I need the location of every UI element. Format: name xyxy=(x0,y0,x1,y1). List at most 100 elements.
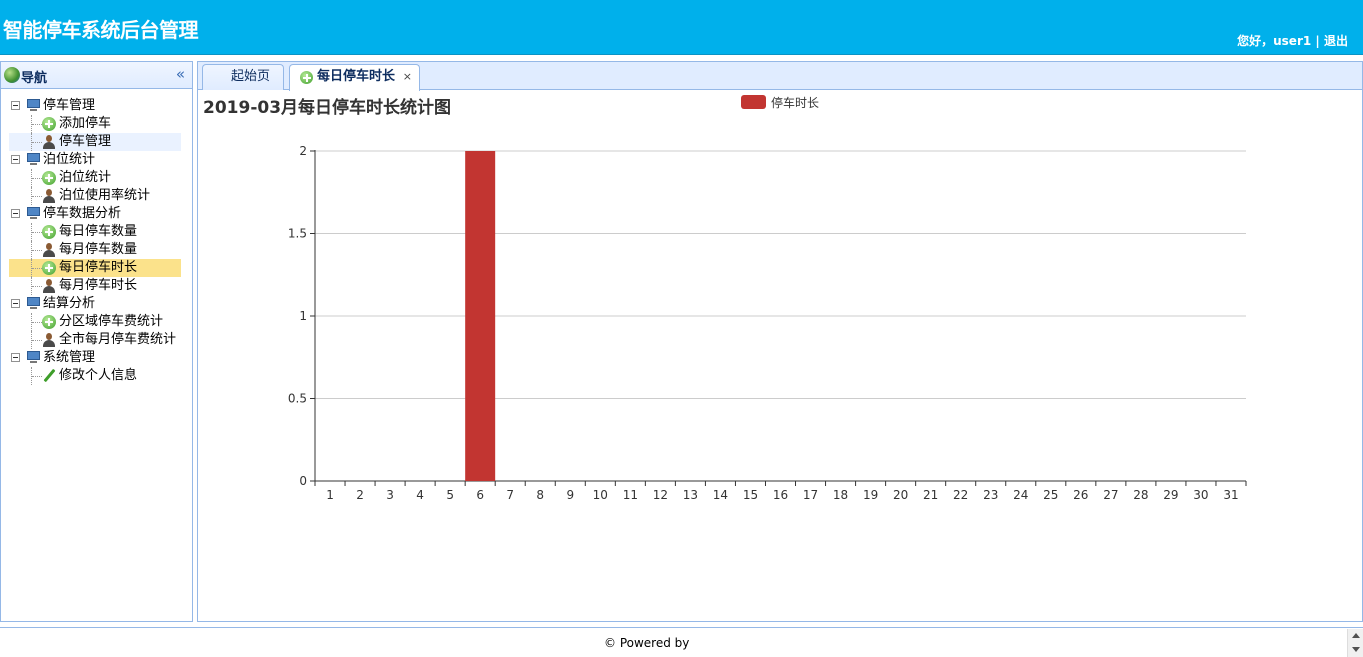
x-tick-label: 26 xyxy=(1073,488,1088,502)
user-icon xyxy=(42,333,56,347)
tree-item[interactable]: 每日停车数量 xyxy=(1,223,192,241)
tree-group[interactable]: 泊位统计 xyxy=(1,151,192,169)
x-tick-label: 10 xyxy=(593,488,608,502)
tree-group-label: 系统管理 xyxy=(43,350,96,365)
tree-item[interactable]: 泊位使用率统计 xyxy=(1,187,192,205)
app-header: 智能停车系统后台管理 您好，user1 | 退出 xyxy=(0,0,1363,55)
user-icon xyxy=(42,189,56,203)
tree-item-label: 全市每月停车费统计 xyxy=(59,332,177,347)
tree-connector xyxy=(31,277,42,295)
y-tick-label: 1 xyxy=(299,309,307,323)
legend-swatch xyxy=(741,95,766,109)
x-tick-label: 30 xyxy=(1193,488,1208,502)
tree-group[interactable]: 停车管理 xyxy=(1,97,192,115)
close-icon[interactable]: × xyxy=(403,65,412,89)
x-tick-label: 22 xyxy=(953,488,968,502)
tree-group-label: 停车数据分析 xyxy=(43,206,122,221)
y-tick-label: 0.5 xyxy=(288,392,307,406)
tree-connector xyxy=(31,331,42,349)
tree-item[interactable]: 泊位统计 xyxy=(1,169,192,187)
x-tick-label: 5 xyxy=(446,488,454,502)
tree-item[interactable]: 全市每月停车费统计 xyxy=(1,331,192,349)
navigation-header: 导航 « xyxy=(1,62,192,89)
tree-item[interactable]: 添加停车 xyxy=(1,115,192,133)
tab-daily-parking-duration[interactable]: 每日停车时长 × xyxy=(289,64,420,91)
collapse-toggle-icon[interactable] xyxy=(11,353,20,362)
tree-item[interactable]: 修改个人信息 xyxy=(1,367,192,385)
tree-item-label: 修改个人信息 xyxy=(59,368,138,383)
scroll-up-icon[interactable] xyxy=(1352,633,1360,638)
tree-item-label: 每月停车时长 xyxy=(59,278,138,293)
tree-group[interactable]: 系统管理 xyxy=(1,349,192,367)
navigation-tree: 停车管理 添加停车 停车管理 泊位统计 泊位统计 泊位使用率统计 停车数据分析 每日停车数量每… xyxy=(1,97,192,385)
x-tick-label: 13 xyxy=(683,488,698,502)
x-tick-label: 2 xyxy=(356,488,364,502)
legend-label: 停车时长 xyxy=(771,96,820,110)
x-tick-label: 28 xyxy=(1133,488,1148,502)
add-icon xyxy=(42,117,56,131)
tree-item[interactable]: 停车管理 xyxy=(9,133,181,151)
tree-item-label: 每月停车数量 xyxy=(59,242,138,257)
chart-legend[interactable]: 停车时长 xyxy=(741,94,819,111)
tree-connector xyxy=(31,169,42,187)
collapse-toggle-icon[interactable] xyxy=(11,101,20,110)
collapse-toggle-icon[interactable] xyxy=(11,155,20,164)
tree-connector xyxy=(31,133,42,151)
tree-item[interactable]: 分区域停车费统计 xyxy=(1,313,192,331)
tree-group[interactable]: 停车数据分析 xyxy=(1,205,192,223)
x-tick-label: 31 xyxy=(1223,488,1238,502)
x-tick-label: 4 xyxy=(416,488,424,502)
tree-connector xyxy=(31,241,42,259)
bar-chart: 00.511.521 2 3 4 5 6 7 8 9 10 11 12 13 14 15 16 17 18 19 20… xyxy=(288,144,1247,502)
logout-link[interactable]: 退出 xyxy=(1324,32,1348,49)
tree-item-label: 停车管理 xyxy=(59,134,112,149)
tree-connector xyxy=(31,259,42,277)
tree-item-label: 每日停车时长 xyxy=(59,260,138,275)
x-tick-label: 16 xyxy=(773,488,788,502)
tab-home[interactable]: 起始页 xyxy=(202,64,284,90)
add-icon xyxy=(42,315,56,329)
user-icon xyxy=(42,243,56,257)
tree-item[interactable]: 每日停车时长 xyxy=(9,259,181,277)
x-tick-label: 21 xyxy=(923,488,938,502)
scrollbar[interactable] xyxy=(1347,629,1363,657)
tab-label: 每日停车时长 xyxy=(317,69,396,84)
bar xyxy=(465,151,496,481)
x-tick-label: 20 xyxy=(893,488,908,502)
x-tick-label: 17 xyxy=(803,488,818,502)
x-tick-label: 1 xyxy=(326,488,334,502)
chart-title: 2019-03月每日停车时长统计图 xyxy=(203,98,452,118)
footer: © Powered by xyxy=(0,627,1363,657)
x-tick-label: 18 xyxy=(833,488,848,502)
x-tick-label: 8 xyxy=(536,488,544,502)
computer-icon xyxy=(26,297,41,309)
tree-item-label: 泊位使用率统计 xyxy=(59,188,151,203)
tree-connector xyxy=(31,367,42,385)
tree-item[interactable]: 每月停车数量 xyxy=(1,241,192,259)
y-tick-label: 2 xyxy=(299,144,307,158)
x-tick-label: 29 xyxy=(1163,488,1178,502)
collapse-toggle-icon[interactable] xyxy=(11,299,20,308)
tree-group[interactable]: 结算分析 xyxy=(1,295,192,313)
x-tick-label: 7 xyxy=(506,488,514,502)
y-tick-label: 0 xyxy=(299,474,307,488)
collapse-toggle-icon[interactable] xyxy=(11,209,20,218)
x-tick-label: 24 xyxy=(1013,488,1028,502)
tree-item[interactable]: 每月停车时长 xyxy=(1,277,192,295)
tree-connector xyxy=(31,313,42,331)
x-tick-label: 15 xyxy=(743,488,758,502)
collapse-icon[interactable]: « xyxy=(176,65,185,83)
scroll-down-icon[interactable] xyxy=(1352,647,1360,652)
edit-icon xyxy=(42,369,56,383)
main-tabs-panel: 起始页 每日停车时长 × 0 0.5 1 1.5 2 1 2 3 4 5 6 7 8 9 10 11 12 13 1… xyxy=(197,61,1363,622)
computer-icon xyxy=(26,207,41,219)
globe-icon xyxy=(4,67,20,83)
computer-icon xyxy=(26,351,41,363)
tree-group-label: 泊位统计 xyxy=(43,152,96,167)
tree-item-label: 泊位统计 xyxy=(59,170,112,185)
x-tick-label: 14 xyxy=(713,488,728,502)
tree-connector xyxy=(31,115,42,133)
app-title: 智能停车系统后台管理 xyxy=(3,18,199,42)
tree-connector xyxy=(31,187,42,205)
add-icon xyxy=(42,171,56,185)
